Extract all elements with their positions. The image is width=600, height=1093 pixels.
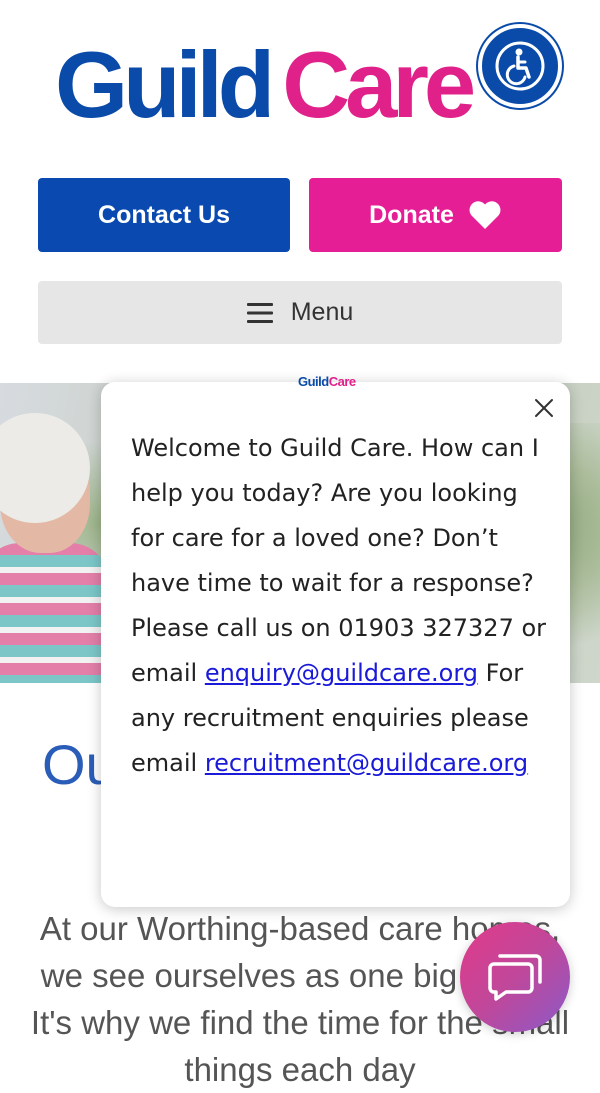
enquiry-email-link[interactable]: enquiry@guildcare.org bbox=[205, 659, 478, 687]
logo-guild-text: Guild bbox=[55, 32, 275, 137]
contact-us-label: Contact Us bbox=[98, 200, 230, 229]
recruitment-email-link[interactable]: recruitment@guildcare.org bbox=[205, 749, 528, 777]
site-logo[interactable]: Guild Care bbox=[55, 38, 476, 132]
chat-popup: Welcome to Guild Care. How can I help yo… bbox=[101, 382, 570, 907]
chat-icon bbox=[488, 954, 542, 1001]
chat-logo-care: Care bbox=[328, 374, 356, 389]
chat-message: Welcome to Guild Care. How can I help yo… bbox=[131, 426, 551, 786]
menu-label: Menu bbox=[290, 298, 354, 326]
menu-toggle[interactable]: Menu bbox=[38, 281, 562, 344]
close-icon[interactable] bbox=[532, 396, 556, 420]
contact-us-button[interactable]: Contact Us bbox=[38, 178, 290, 252]
wheelchair-icon bbox=[495, 41, 545, 91]
chat-message-text-1: Welcome to Guild Care. How can I help yo… bbox=[131, 434, 547, 687]
donate-label: Donate bbox=[369, 200, 454, 229]
logo-care-text: Care bbox=[282, 32, 476, 137]
accessibility-button[interactable] bbox=[478, 24, 562, 108]
donate-button[interactable]: Donate bbox=[309, 178, 562, 252]
chat-logo: GuildCare bbox=[298, 374, 356, 389]
chat-logo-guild: Guild bbox=[298, 374, 329, 389]
chat-launcher-button[interactable] bbox=[460, 922, 570, 1032]
hamburger-icon bbox=[246, 302, 273, 324]
heart-icon bbox=[468, 200, 502, 230]
